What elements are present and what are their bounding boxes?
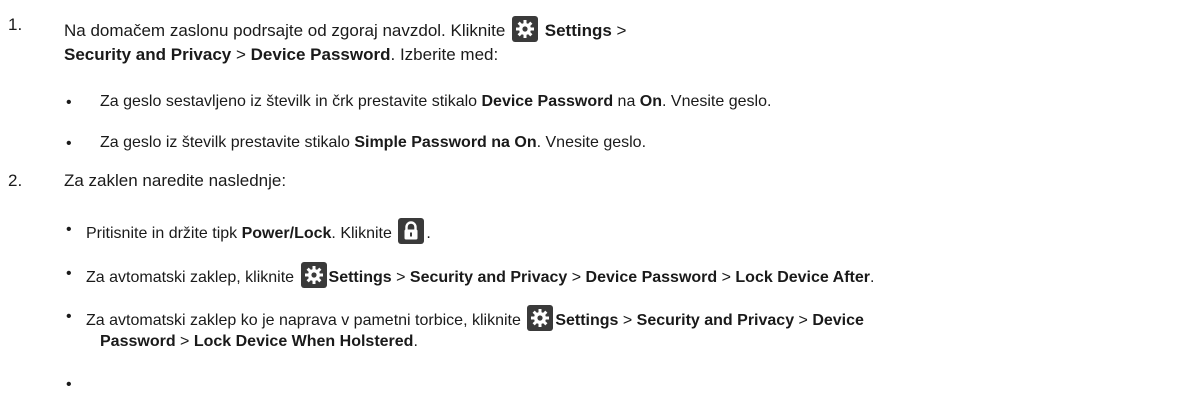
- bullet-marker: •: [66, 221, 72, 238]
- menu-label: Security and Privacy: [64, 45, 232, 64]
- text: Za avtomatski zaklep ko je naprava v pam…: [86, 312, 526, 329]
- menu-label: Settings: [328, 269, 392, 286]
- text: . Izberite med:: [390, 45, 499, 64]
- text: >: [391, 269, 410, 286]
- lock-icon: [398, 218, 425, 244]
- menu-label: Device: [812, 312, 864, 329]
- gear-icon: [512, 16, 539, 42]
- menu-label: Lock Device When Holstered: [193, 333, 414, 350]
- step-2-bullet-1: Pritisnite in držite tipk Power/Lock. Kl…: [86, 218, 431, 245]
- step-1-line-2: Security and Privacy > Device Password. …: [64, 44, 498, 66]
- step-1-bullet-2: Za geslo iz številk prestavite stikalo S…: [100, 132, 646, 154]
- bullet-marker: •: [66, 376, 72, 393]
- text: >: [611, 21, 627, 40]
- text: Za geslo sestavljeno iz številk in črk p…: [100, 93, 482, 110]
- settings-label: Settings: [544, 21, 612, 40]
- gear-icon: [527, 305, 554, 331]
- text: na: [613, 93, 640, 110]
- menu-label: Security and Privacy: [409, 269, 568, 286]
- step-1-bullet-1: Za geslo sestavljeno iz številk in črk p…: [100, 91, 771, 113]
- text: .: [869, 269, 875, 286]
- menu-label: Settings: [555, 312, 619, 329]
- text: .: [426, 225, 431, 242]
- step-1-line-1: Na domačem zaslonu podrsajte od zgoraj n…: [64, 16, 626, 42]
- text: >: [794, 312, 813, 329]
- text: . Vnesite geslo.: [662, 93, 772, 110]
- step-number: 2.: [8, 171, 23, 190]
- text: >: [231, 45, 251, 64]
- setting-value: On: [639, 93, 663, 110]
- gear-icon: [300, 262, 327, 288]
- menu-label: Password: [100, 333, 176, 350]
- text: Na domačem zaslonu podrsajte od zgoraj n…: [64, 21, 511, 40]
- menu-label: Security and Privacy: [636, 312, 795, 329]
- text: Za avtomatski zaklep, kliknite: [86, 269, 299, 286]
- menu-label: Device Password: [585, 269, 718, 286]
- text: Za geslo iz številk prestavite stikalo: [100, 134, 355, 151]
- step-2-bullet-2: Za avtomatski zaklep, kliknite Settings …: [86, 262, 874, 289]
- menu-label: Device Password: [250, 45, 391, 64]
- text: Za zaklen naredite naslednje:: [64, 171, 287, 190]
- step-number: 1.: [8, 15, 23, 34]
- step-2-line-1: Za zaklen naredite naslednje:: [64, 170, 286, 192]
- text: >: [567, 269, 586, 286]
- text: >: [618, 312, 637, 329]
- text: .: [413, 333, 418, 350]
- step-2-bullet-3-line-2: Password > Lock Device When Holstered.: [100, 331, 418, 353]
- setting-value: On: [514, 134, 537, 151]
- text: . Vnesite geslo.: [536, 134, 647, 151]
- setting-name: Device Password: [481, 93, 614, 110]
- menu-label: Lock Device After: [735, 269, 870, 286]
- setting-name: Simple Password na: [354, 134, 510, 151]
- bullet-marker: •: [66, 135, 72, 152]
- bullet-marker: •: [66, 265, 72, 282]
- text: . Kliknite: [331, 225, 397, 242]
- key-name: Power/Lock: [241, 225, 332, 242]
- text: Pritisnite in držite tipk: [86, 225, 242, 242]
- step-2-bullet-3-line-1: Za avtomatski zaklep ko je naprava v pam…: [86, 305, 864, 332]
- bullet-marker: •: [66, 94, 72, 111]
- text: >: [175, 333, 194, 350]
- text: >: [717, 269, 736, 286]
- bullet-marker: •: [66, 308, 72, 325]
